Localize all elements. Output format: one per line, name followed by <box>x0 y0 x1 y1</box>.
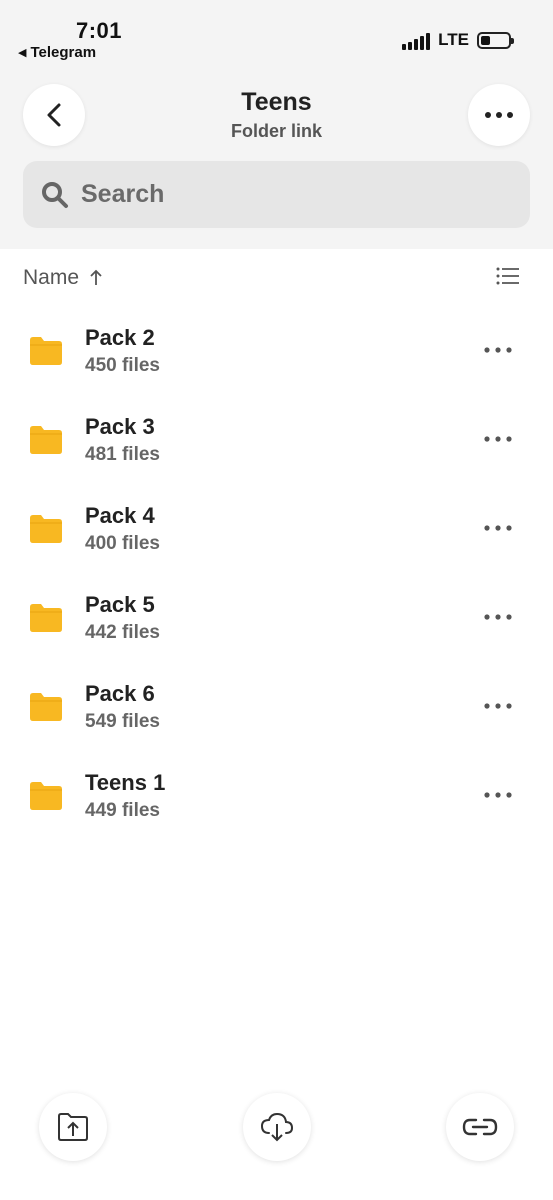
return-to-app[interactable]: ◀ Telegram <box>18 44 96 61</box>
more-horizontal-icon <box>484 436 512 442</box>
folder-more-button[interactable] <box>478 335 518 365</box>
arrow-up-icon <box>90 269 102 285</box>
folder-more-button[interactable] <box>478 513 518 543</box>
folder-file-count: 549 files <box>85 711 160 732</box>
folder-name: Pack 2 <box>85 325 155 350</box>
folder-icon <box>30 426 62 454</box>
more-horizontal-icon <box>485 112 513 118</box>
sort-by-name-button[interactable]: Name <box>23 266 103 290</box>
return-app-label: Telegram <box>30 44 97 61</box>
back-triangle-icon: ◀ <box>18 47 27 59</box>
search-icon <box>42 181 68 208</box>
folder-icon <box>30 693 62 721</box>
folder-more-button[interactable] <box>478 602 518 632</box>
folder-item[interactable]: Pack 5 442 files <box>0 572 553 661</box>
folder-item[interactable]: Teens 1 449 files <box>0 750 553 839</box>
signal-icon <box>402 30 431 50</box>
download-button[interactable] <box>243 1093 311 1161</box>
folder-icon <box>30 782 62 810</box>
folder-icon <box>30 337 62 365</box>
sort-bar: Name <box>23 262 520 294</box>
search-bar[interactable] <box>23 161 530 228</box>
list-view-icon <box>496 267 519 284</box>
folder-item[interactable]: Pack 3 481 files <box>0 394 553 483</box>
view-mode-button[interactable] <box>496 267 520 290</box>
folder-name: Teens 1 <box>85 770 166 795</box>
cloud-download-icon <box>260 1112 294 1142</box>
folder-file-count: 400 files <box>85 533 160 554</box>
more-horizontal-icon <box>484 347 512 353</box>
folder-name: Pack 3 <box>85 414 155 439</box>
share-link-button[interactable] <box>446 1093 514 1161</box>
folder-file-count: 449 files <box>85 800 160 821</box>
network-label: LTE <box>438 30 469 49</box>
folder-item[interactable]: Pack 6 549 files <box>0 661 553 750</box>
sort-label: Name <box>23 266 80 289</box>
search-input[interactable] <box>81 180 481 209</box>
folder-name: Pack 5 <box>85 592 155 617</box>
status-time: 7:01 <box>76 18 123 43</box>
folder-more-button[interactable] <box>478 780 518 810</box>
folder-item[interactable]: Pack 4 400 files <box>0 483 553 572</box>
folder-more-button[interactable] <box>478 691 518 721</box>
folder-upload-icon <box>58 1113 88 1141</box>
folder-file-count: 481 files <box>85 444 160 465</box>
battery-icon <box>477 31 514 49</box>
folder-file-count: 450 files <box>85 355 160 376</box>
more-horizontal-icon <box>484 614 512 620</box>
folder-item[interactable]: Pack 2 450 files <box>0 305 553 394</box>
more-horizontal-icon <box>484 525 512 531</box>
more-horizontal-icon <box>484 792 512 798</box>
more-horizontal-icon <box>484 703 512 709</box>
folder-more-button[interactable] <box>478 424 518 454</box>
more-options-button[interactable] <box>468 84 530 146</box>
folder-file-count: 442 files <box>85 622 160 643</box>
folder-icon <box>30 515 62 543</box>
link-icon <box>462 1118 498 1136</box>
folder-list: Pack 2 450 files Pack 3 481 files Pack 4… <box>0 305 553 839</box>
folder-icon <box>30 604 62 632</box>
status-indicators: LTE <box>402 30 514 50</box>
import-to-drive-button[interactable] <box>39 1093 107 1161</box>
folder-name: Pack 6 <box>85 681 155 706</box>
folder-name: Pack 4 <box>85 503 155 528</box>
